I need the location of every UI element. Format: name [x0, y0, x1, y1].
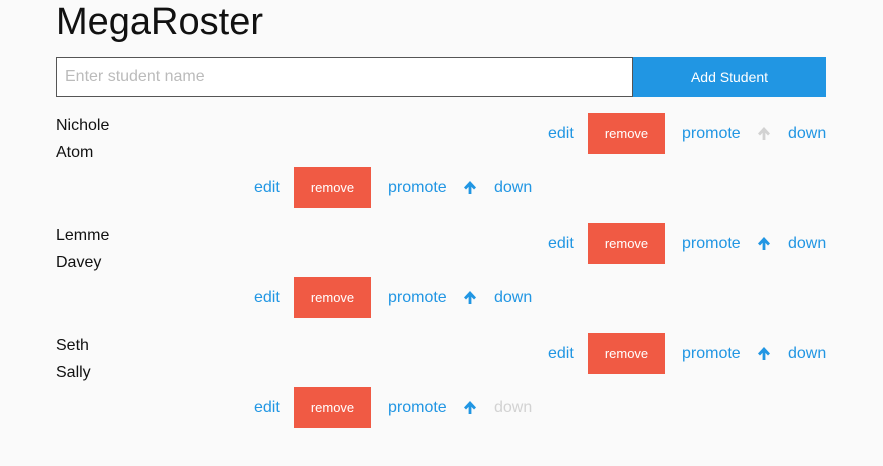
down-link: down	[494, 399, 533, 416]
student-controls: edit remove promote down	[254, 277, 534, 318]
student-controls: edit remove promote down	[548, 223, 828, 264]
student-controls: edit remove promote down	[548, 333, 828, 374]
remove-button[interactable]: remove	[294, 277, 371, 318]
add-student-form: Add Student	[56, 57, 826, 97]
student-name: Sally	[56, 364, 91, 381]
down-link[interactable]: down	[788, 113, 826, 154]
page-title: MegaRoster	[56, 1, 263, 43]
promote-link[interactable]: promote	[682, 223, 741, 264]
add-student-button[interactable]: Add Student	[633, 57, 826, 97]
student-name: Lemme	[56, 227, 110, 244]
remove-button[interactable]: remove	[588, 333, 665, 374]
down-link[interactable]: down	[788, 333, 826, 374]
arrow-up-icon[interactable]	[756, 333, 772, 374]
arrow-up-icon[interactable]	[462, 167, 478, 208]
promote-link[interactable]: promote	[388, 167, 447, 208]
promote-link[interactable]: promote	[682, 333, 741, 374]
student-controls: edit remove promote down	[254, 387, 534, 428]
arrow-up-icon-graphic	[758, 347, 770, 360]
student-name: Atom	[56, 144, 94, 161]
down-link[interactable]: down	[494, 167, 532, 208]
arrow-up-icon	[756, 113, 772, 154]
arrow-up-icon-graphic	[758, 127, 770, 140]
remove-button[interactable]: remove	[294, 167, 371, 208]
promote-link[interactable]: promote	[682, 113, 741, 154]
promote-link[interactable]: promote	[388, 387, 447, 428]
arrow-up-icon-graphic	[464, 401, 476, 414]
student-name-input[interactable]	[56, 57, 633, 97]
edit-link[interactable]: edit	[254, 387, 280, 428]
arrow-up-icon[interactable]	[756, 223, 772, 264]
student-controls: edit remove promote down	[548, 113, 828, 154]
down-link[interactable]: down	[788, 223, 826, 264]
remove-button[interactable]: remove	[588, 113, 665, 154]
student-name: Nichole	[56, 117, 110, 134]
down-link[interactable]: down	[494, 277, 532, 318]
edit-link[interactable]: edit	[548, 223, 574, 264]
edit-link[interactable]: edit	[548, 113, 574, 154]
student-name: Davey	[56, 254, 102, 271]
arrow-up-icon-graphic	[464, 181, 476, 194]
edit-link[interactable]: edit	[548, 333, 574, 374]
student-name: Seth	[56, 337, 89, 354]
remove-button[interactable]: remove	[294, 387, 371, 428]
arrow-up-icon-graphic	[758, 237, 770, 250]
promote-link[interactable]: promote	[388, 277, 447, 318]
student-controls: edit remove promote down	[254, 167, 534, 208]
arrow-up-icon[interactable]	[462, 387, 478, 428]
arrow-up-icon-graphic	[464, 291, 476, 304]
edit-link[interactable]: edit	[254, 167, 280, 208]
remove-button[interactable]: remove	[588, 223, 665, 264]
arrow-up-icon[interactable]	[462, 277, 478, 318]
edit-link[interactable]: edit	[254, 277, 280, 318]
